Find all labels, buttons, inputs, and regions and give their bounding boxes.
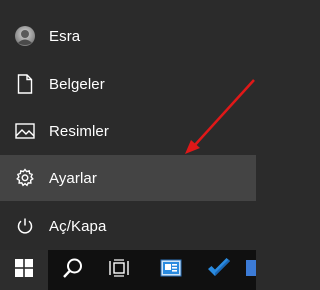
documents-label: Belgeler [49,75,105,93]
start-button[interactable] [0,250,48,290]
settings-label: Ayarlar [49,169,97,187]
user-name-label: Esra [49,27,81,45]
task-view-icon [109,258,129,282]
picture-icon [14,120,36,142]
search-icon [62,257,84,284]
pictures-label: Resimler [49,122,109,140]
document-icon [14,73,36,95]
start-menu: Esra Belgeler Resimler Ayarlar Aç/Kapa [0,0,256,250]
windows-logo-icon [15,258,33,282]
taskbar [0,250,256,290]
outlook-app-icon [159,258,183,283]
gear-icon [14,167,36,189]
app-icon [244,258,256,283]
outlook-app-button[interactable] [148,250,194,290]
settings-item[interactable]: Ayarlar [0,155,256,201]
pictures-item[interactable]: Resimler [0,108,256,154]
search-button[interactable] [50,250,96,290]
todo-check-icon [206,257,232,284]
taskbar-app-partial[interactable] [244,250,256,290]
todo-app-button[interactable] [196,250,242,290]
user-account-item[interactable]: Esra [0,13,256,59]
documents-item[interactable]: Belgeler [0,61,256,107]
power-label: Aç/Kapa [49,217,107,235]
task-view-button[interactable] [96,250,142,290]
user-avatar-icon [14,25,36,47]
power-icon [14,215,36,237]
power-item[interactable]: Aç/Kapa [0,203,256,249]
